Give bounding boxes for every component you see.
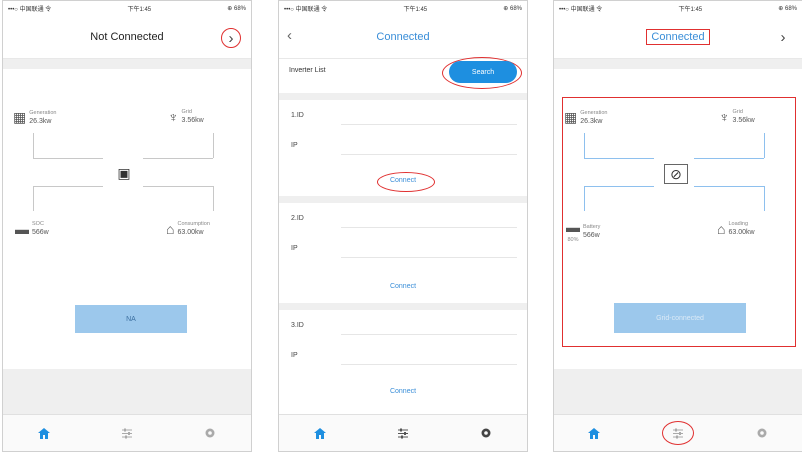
tab-bar	[554, 414, 802, 451]
inverter-icon: ⊘	[664, 164, 688, 184]
home-icon[interactable]	[32, 421, 56, 445]
nav-bar: Not Connected ›	[3, 15, 251, 59]
gear-icon[interactable]	[750, 421, 774, 445]
loading-node: ⌂ Loading 63.00kw	[717, 221, 755, 237]
inverter-icon: ▣	[117, 164, 131, 181]
status-time: 下午1:45	[127, 6, 152, 13]
solar-panel-icon: ▦	[13, 109, 27, 125]
inverter-id-label: 3.ID	[291, 322, 304, 329]
status-bar: •••○ 中国联通 令 下午1:45 ⊕ 68%	[554, 1, 802, 15]
battery-status: ⊕ 68%	[503, 5, 522, 12]
battery-node: ▬ 80% Battery 566w	[566, 219, 601, 243]
inverter-ip-field[interactable]	[341, 348, 517, 365]
home-appliance-icon: ⌂	[166, 221, 175, 237]
chevron-right-icon[interactable]: ›	[774, 28, 792, 46]
energy-flow-diagram: ▣ ▦ Generation 26.3kw ♆ Grid 3.56kw ▬ SO…	[3, 101, 251, 261]
battery-node: ▬ SOC 566w	[15, 221, 49, 237]
divider-band	[3, 59, 251, 69]
gear-icon[interactable]	[198, 421, 222, 445]
status-bar: •••○ 中国联通 令 下午1:45 ⊕ 68%	[279, 1, 527, 15]
power-tower-icon: ♆	[719, 109, 730, 125]
battery-icon: ▬	[15, 221, 29, 237]
inverter-ip-label: IP	[291, 142, 298, 149]
battery-soc: 80%	[567, 237, 579, 243]
home-appliance-icon: ⌂	[717, 221, 726, 237]
battery-status: ⊕ 68%	[778, 5, 797, 12]
energy-flow-diagram: ⊘ ▦ Generation 26.3kw ♆ Grid 3.56kw ▬ 80…	[554, 101, 802, 261]
grid-connected-button[interactable]: Grid-connected	[614, 303, 746, 333]
phone-screen-connected: •••○ 中国联通 令 下午1:45 ⊕ 68% Connected › ⊘ ▦…	[553, 0, 802, 452]
inverter-id-field[interactable]	[341, 108, 517, 125]
status-time: 下午1:45	[403, 6, 428, 13]
nav-bar: Connected ›	[554, 15, 802, 59]
grid-node: ♆ Grid 3.56kw	[168, 109, 204, 125]
inverter-entry: 2.ID IP Connect	[279, 196, 527, 299]
carrier-signal: •••○ 中国联通 令	[8, 6, 52, 13]
page-title: Not Connected	[90, 30, 164, 43]
power-tower-icon: ♆	[168, 109, 179, 125]
inverter-ip-label: IP	[291, 245, 298, 252]
settings-sliders-icon[interactable]	[115, 421, 139, 445]
inverter-id-field[interactable]	[341, 211, 517, 228]
home-icon[interactable]	[582, 421, 606, 445]
footer-band	[3, 369, 251, 417]
page-title: Connected	[376, 30, 430, 43]
carrier-signal: •••○ 中国联通 令	[284, 6, 328, 13]
solar-panel-icon: ▦	[564, 109, 578, 125]
battery-icon: ▬	[566, 219, 580, 235]
inverter-id-label: 1.ID	[291, 112, 304, 119]
consumption-node: ⌂ Consumption 63.00kw	[166, 221, 210, 237]
settings-sliders-icon[interactable]	[391, 421, 415, 445]
carrier-signal: •••○ 中国联通 令	[559, 6, 603, 13]
tab-bar	[3, 414, 251, 451]
inverter-ip-label: IP	[291, 352, 298, 359]
connect-button[interactable]: Connect	[279, 283, 527, 290]
gear-icon[interactable]	[474, 421, 498, 445]
inverter-entry: 1.ID IP Connect	[279, 93, 527, 196]
footer-band	[554, 369, 802, 417]
divider-band	[554, 59, 802, 69]
page-title: Connected	[646, 28, 710, 45]
search-button[interactable]: Search	[449, 61, 517, 83]
status-time: 下午1:45	[678, 6, 703, 13]
inverter-ip-field[interactable]	[341, 138, 517, 155]
inverter-id-field[interactable]	[341, 318, 517, 335]
status-button[interactable]: NA	[75, 305, 187, 333]
chevron-right-icon[interactable]: ›	[221, 28, 241, 48]
inverter-entry: 3.ID IP Connect	[279, 303, 527, 406]
inverter-ip-field[interactable]	[341, 241, 517, 258]
tab-bar	[279, 414, 527, 451]
generation-node: ▦ Generation 26.3kw	[564, 109, 608, 125]
chevron-left-icon[interactable]: ‹	[287, 27, 292, 44]
inverter-list-label: Inverter List	[289, 67, 326, 74]
inverter-id-label: 2.ID	[291, 215, 304, 222]
nav-bar: ‹ Connected	[279, 15, 527, 59]
phone-screen-inverter-list: •••○ 中国联通 令 下午1:45 ⊕ 68% ‹ Connected Inv…	[278, 0, 528, 452]
status-bar: •••○ 中国联通 令 下午1:45 ⊕ 68%	[3, 1, 251, 15]
battery-status: ⊕ 68%	[227, 5, 246, 12]
phone-screen-not-connected: •••○ 中国联通 令 下午1:45 ⊕ 68% Not Connected ›…	[2, 0, 252, 452]
home-icon[interactable]	[308, 421, 332, 445]
connect-button[interactable]: Connect	[279, 177, 527, 184]
grid-node: ♆ Grid 3.56kw	[719, 109, 755, 125]
connect-button[interactable]: Connect	[279, 388, 527, 395]
settings-sliders-icon[interactable]	[662, 421, 694, 445]
generation-node: ▦ Generation 26.3kw	[13, 109, 57, 125]
